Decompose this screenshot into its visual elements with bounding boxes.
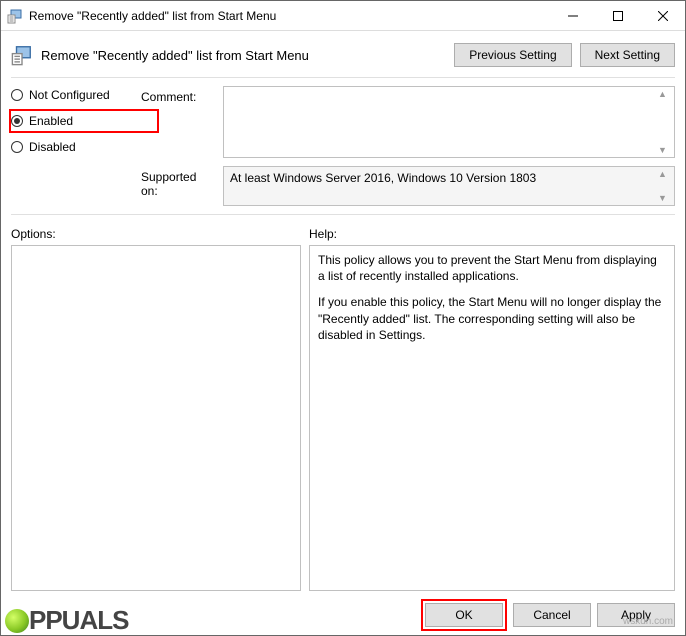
close-button[interactable] [640,1,685,30]
chevron-down-icon: ▼ [658,193,672,203]
scrollbar[interactable]: ▲▼ [658,89,672,155]
help-text: This policy allows you to prevent the St… [318,252,666,284]
maximize-button[interactable] [595,1,640,30]
radio-enabled[interactable]: Enabled [9,109,159,133]
policy-title: Remove "Recently added" list from Start … [41,48,446,63]
help-text: If you enable this policy, the Start Men… [318,294,666,343]
window-controls [550,1,685,30]
apply-button[interactable]: Apply [597,603,675,627]
help-panel: This policy allows you to prevent the St… [309,245,675,591]
header: Remove "Recently added" list from Start … [1,31,685,77]
scrollbar[interactable]: ▲▼ [658,169,672,203]
window-title: Remove "Recently added" list from Start … [29,9,550,23]
radio-label: Disabled [29,140,76,154]
radio-label: Enabled [29,114,73,128]
chevron-down-icon: ▼ [658,145,672,155]
radio-disabled[interactable]: Disabled [11,140,131,154]
chevron-up-icon: ▲ [658,89,672,99]
policy-icon [11,44,33,66]
comment-label: Comment: [141,86,215,104]
supported-on-value: At least Windows Server 2016, Windows 10… [223,166,675,206]
radio-not-configured[interactable]: Not Configured [11,88,131,102]
chevron-up-icon: ▲ [658,169,672,179]
next-setting-button[interactable]: Next Setting [580,43,675,67]
options-panel [11,245,301,591]
minimize-button[interactable] [550,1,595,30]
comment-input[interactable]: ▲▼ [223,86,675,158]
policy-icon [7,8,23,24]
options-label: Options: [11,227,309,241]
cancel-button[interactable]: Cancel [513,603,591,627]
supported-on-label: Supported on: [141,166,215,198]
ok-button[interactable]: OK [425,603,503,627]
titlebar: Remove "Recently added" list from Start … [1,1,685,31]
help-label: Help: [309,227,337,241]
previous-setting-button[interactable]: Previous Setting [454,43,571,67]
radio-label: Not Configured [29,88,110,102]
